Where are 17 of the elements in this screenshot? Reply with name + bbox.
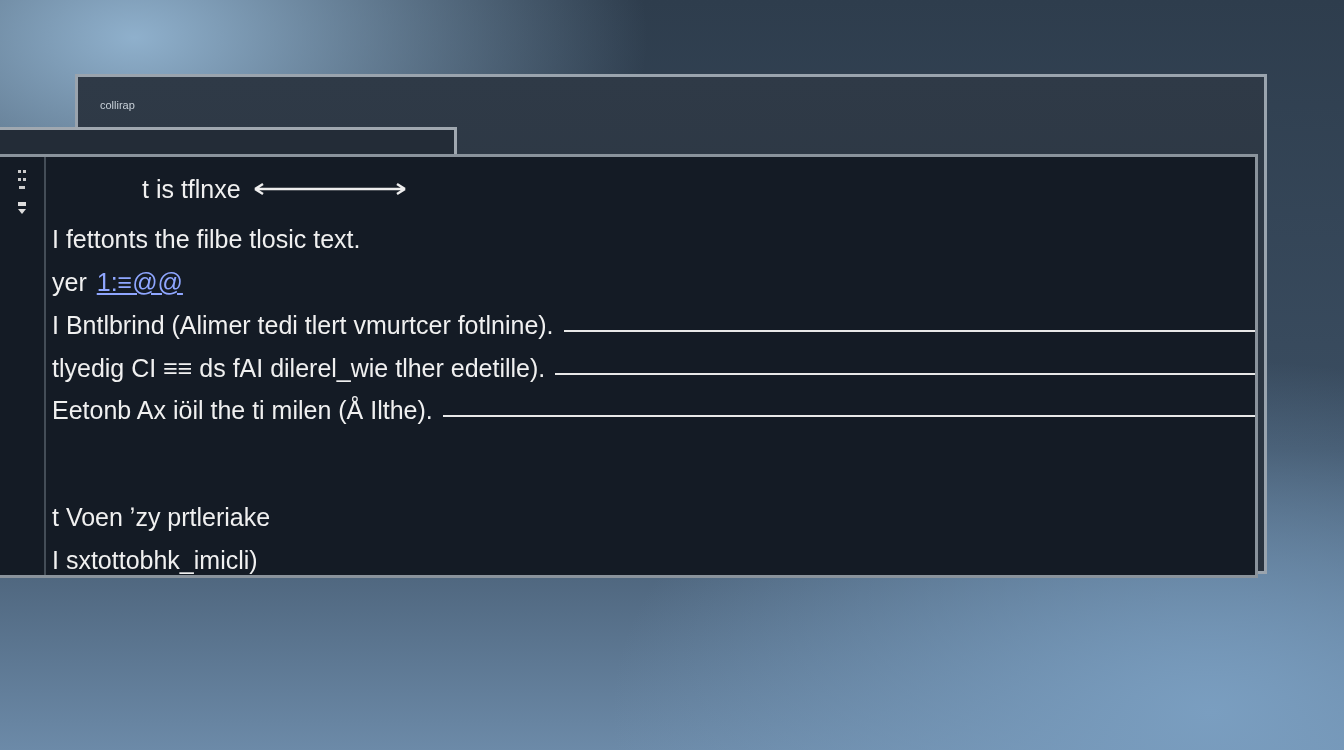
link[interactable]: 1:≡@@ (96, 268, 183, 298)
text-line: tlyedig CI ≡≡ ds fAI dilerel_wie tlher edetille). (52, 353, 546, 383)
window-tab[interactable] (0, 127, 457, 157)
double-arrow-icon (252, 182, 407, 197)
grip-icon (17, 169, 27, 191)
text-line: Eetonb Ax iöil the ti milen (Å Ilthe). (52, 396, 433, 426)
text-line: yer (52, 268, 87, 298)
text-line: I fettonts the filbe tlosic text. (52, 225, 361, 255)
down-marker-icon (17, 201, 27, 215)
fill-in-line[interactable] (563, 329, 1255, 332)
text-line: I sxtottobhk_imicli) (52, 546, 258, 576)
text-line: I Bntlbrind (Alimer tedi tlert vmurtcer fotlnine). (52, 310, 554, 340)
fill-in-line[interactable] (442, 415, 1255, 418)
heading: t is tflnxe (142, 174, 241, 204)
fill-in-line[interactable] (555, 372, 1255, 375)
text-line: t Voen ʼzy prtleriake (52, 503, 271, 533)
window-title: collirap (100, 99, 135, 111)
